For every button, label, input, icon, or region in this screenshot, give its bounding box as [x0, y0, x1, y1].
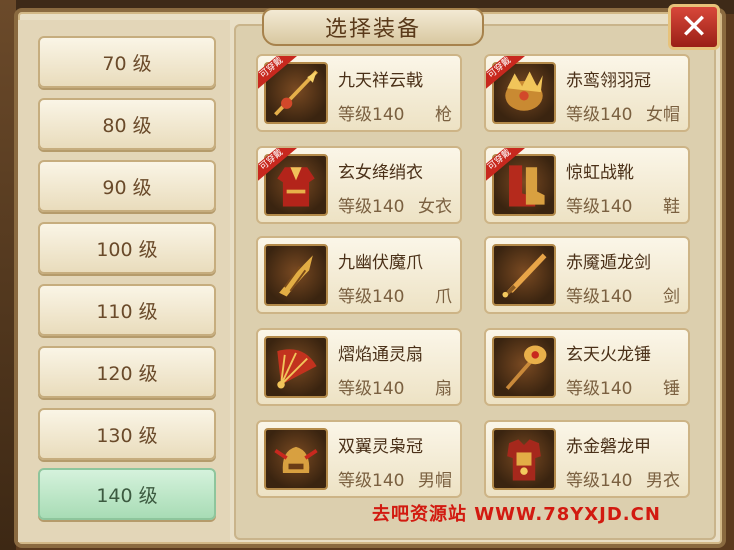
- item-type: 枪: [435, 105, 452, 125]
- level-tab-90[interactable]: 90 级: [38, 160, 216, 212]
- item-card[interactable]: 可穿戴 惊虹战靴 等级140 鞋: [484, 146, 690, 224]
- hammer-icon: [492, 336, 556, 398]
- fan-icon: [264, 336, 328, 398]
- item-card[interactable]: 可穿戴 九天祥云戟 等级140 枪: [256, 54, 462, 132]
- item-level: 等级140: [566, 379, 633, 399]
- wearable-badge: 可穿戴: [486, 148, 528, 190]
- item-card[interactable]: 玄天火龙锤 等级140 锤: [484, 328, 690, 406]
- item-level: 等级140: [338, 379, 405, 399]
- level-tab-70[interactable]: 70 级: [38, 36, 216, 88]
- claw-icon: [264, 244, 328, 306]
- level-tab-120[interactable]: 120 级: [38, 346, 216, 398]
- item-name: 九幽伏魔爪: [338, 253, 423, 273]
- item-level: 等级140: [338, 471, 405, 491]
- item-name: 九天祥云戟: [338, 71, 423, 91]
- item-card[interactable]: 熠焰通灵扇 等级140 扇: [256, 328, 462, 406]
- item-level: 等级140: [566, 287, 633, 307]
- item-name: 赤鸾翎羽冠: [566, 71, 651, 91]
- item-type: 男衣: [646, 471, 680, 491]
- wearable-badge: 可穿戴: [258, 148, 300, 190]
- sword-icon: [492, 244, 556, 306]
- item-card[interactable]: 可穿戴 玄女绛绡衣 等级140 女衣: [256, 146, 462, 224]
- item-type: 剑: [663, 287, 680, 307]
- item-level: 等级140: [566, 197, 633, 217]
- item-type: 锤: [663, 379, 680, 399]
- item-card[interactable]: 九幽伏魔爪 等级140 爪: [256, 236, 462, 314]
- item-level: 等级140: [338, 197, 405, 217]
- item-level: 等级140: [338, 287, 405, 307]
- close-button[interactable]: ✕: [668, 4, 720, 50]
- item-card[interactable]: 双翼灵枭冠 等级140 男帽: [256, 420, 462, 498]
- item-name: 熠焰通灵扇: [338, 345, 423, 365]
- wearable-badge: 可穿戴: [486, 56, 528, 98]
- item-type: 扇: [435, 379, 452, 399]
- item-name: 玄女绛绡衣: [338, 163, 423, 183]
- item-type: 男帽: [418, 471, 452, 491]
- item-card[interactable]: 赤魇遁龙剑 等级140 剑: [484, 236, 690, 314]
- level-tab-110[interactable]: 110 级: [38, 284, 216, 336]
- item-type: 女帽: [646, 105, 680, 125]
- item-card[interactable]: 赤金磐龙甲 等级140 男衣: [484, 420, 690, 498]
- level-tab-100[interactable]: 100 级: [38, 222, 216, 274]
- item-name: 赤魇遁龙剑: [566, 253, 651, 273]
- item-level: 等级140: [566, 471, 633, 491]
- item-type: 女衣: [418, 197, 452, 217]
- armor-icon: [492, 428, 556, 490]
- panel-title: 选择装备: [262, 8, 484, 46]
- item-card[interactable]: 可穿戴 赤鸾翎羽冠 等级140 女帽: [484, 54, 690, 132]
- item-type: 鞋: [663, 197, 680, 217]
- item-name: 赤金磐龙甲: [566, 437, 651, 457]
- level-tab-140[interactable]: 140 级: [38, 468, 216, 520]
- level-tab-80[interactable]: 80 级: [38, 98, 216, 150]
- helmet-icon: [264, 428, 328, 490]
- watermark: 去吧资源站 WWW.78YXJD.CN: [372, 504, 661, 525]
- item-level: 等级140: [338, 105, 405, 125]
- wearable-badge: 可穿戴: [258, 56, 300, 98]
- item-name: 惊虹战靴: [566, 163, 634, 183]
- item-name: 玄天火龙锤: [566, 345, 651, 365]
- item-type: 爪: [435, 287, 452, 307]
- item-name: 双翼灵枭冠: [338, 437, 423, 457]
- level-tab-130[interactable]: 130 级: [38, 408, 216, 460]
- item-level: 等级140: [566, 105, 633, 125]
